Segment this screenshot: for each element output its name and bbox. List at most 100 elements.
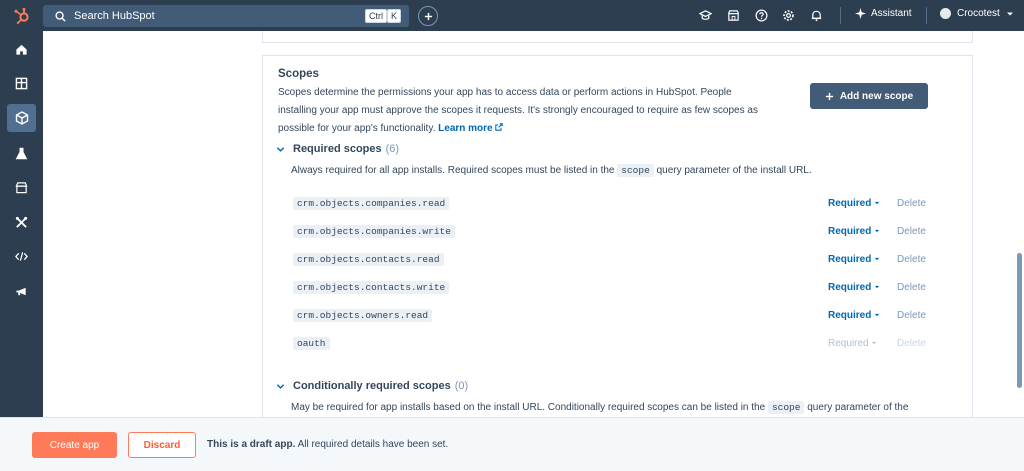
required-scopes-toggle[interactable]: Required scopes (6) [276, 143, 399, 155]
required-dropdown-label: Required [828, 254, 872, 265]
sidebar-item-development[interactable] [7, 104, 36, 132]
required-scopes-description: Always required for all app installs. Re… [291, 164, 812, 177]
sidebar-item-tools[interactable] [7, 208, 36, 236]
tools-icon [15, 216, 28, 228]
add-new-scope-button[interactable]: Add new scope [810, 83, 928, 109]
required-dropdown-label: Required [828, 226, 872, 237]
table-row: crm.objects.companies.write Required Del… [291, 223, 931, 241]
scope-name: crm.objects.contacts.write [293, 281, 450, 294]
required-dropdown[interactable]: Required [828, 226, 880, 237]
conditional-scopes-count: (0) [454, 380, 469, 392]
required-dropdown-label: Required [828, 198, 872, 209]
caret-down-icon [874, 313, 880, 317]
create-new-button[interactable] [418, 6, 438, 26]
discard-button[interactable]: Discard [128, 432, 196, 458]
scopes-description-text: Scopes determine the permissions your ap… [278, 87, 758, 134]
account-menu[interactable]: Crocotest [940, 8, 1014, 19]
chevron-down-icon [276, 383, 285, 389]
scope-name: crm.objects.owners.read [293, 309, 433, 322]
delete-button[interactable]: Delete [897, 310, 926, 321]
delete-button[interactable]: Delete [897, 254, 926, 265]
delete-button[interactable]: Delete [897, 198, 926, 209]
caret-down-icon [872, 341, 877, 345]
scope-name: crm.objects.contacts.read [293, 253, 444, 266]
left-sidebar [0, 31, 43, 471]
search-icon [55, 10, 66, 22]
store-icon [15, 181, 28, 193]
draft-status: This is a draft app. All required detail… [207, 439, 448, 450]
chevron-down-icon [276, 146, 285, 152]
top-navigation-bar: Search HubSpot Ctrl K Assistant Crocotes… [0, 0, 1024, 31]
required-dropdown[interactable]: Required [828, 282, 880, 293]
notifications-bell-icon[interactable] [810, 9, 823, 22]
sidebar-item-dashboard[interactable] [7, 69, 36, 97]
required-dropdown[interactable]: Required [828, 310, 880, 321]
delete-button[interactable]: Delete [897, 226, 926, 237]
external-link-icon [495, 123, 504, 131]
conditional-desc-text: May be required for app installs based o… [291, 402, 766, 413]
plus-icon [424, 12, 432, 20]
plus-icon [825, 92, 833, 100]
required-dropdown[interactable]: Required [828, 198, 880, 209]
caret-down-icon [874, 257, 880, 261]
scope-param-code: scope [767, 401, 805, 414]
sidebar-item-testing[interactable] [7, 139, 36, 167]
caret-down-icon [874, 201, 880, 205]
assistant-button[interactable]: Assistant [855, 8, 912, 19]
scrollbar-thumb[interactable] [1017, 253, 1022, 388]
footer-bar: Create app Discard This is a draft app. … [0, 417, 1024, 471]
scope-name: crm.objects.companies.read [293, 197, 450, 210]
caret-down-icon [1006, 12, 1013, 15]
draft-status-text: All required details have been set. [295, 439, 449, 450]
cube-icon [15, 111, 28, 125]
required-dropdown-label: Required [828, 338, 869, 349]
dashboard-icon [15, 77, 28, 89]
required-dropdown-label: Required [828, 310, 872, 321]
table-row: crm.objects.companies.read Required Dele… [291, 195, 931, 213]
hubspot-logo-icon[interactable] [0, 0, 43, 31]
previous-card [262, 31, 973, 43]
scope-name: oauth [293, 337, 330, 350]
search-bar[interactable]: Search HubSpot Ctrl K [43, 5, 409, 27]
shortcut-ctrl-key: Ctrl [365, 9, 387, 23]
help-icon[interactable] [755, 9, 768, 22]
academy-icon[interactable] [699, 9, 712, 22]
delete-button[interactable]: Delete [897, 282, 926, 293]
home-icon [16, 44, 27, 55]
table-row: oauth Required Delete [291, 335, 931, 353]
table-row: crm.objects.contacts.write Required Dele… [291, 279, 931, 297]
avatar [940, 8, 951, 19]
table-row: crm.objects.contacts.read Required Delet… [291, 251, 931, 269]
code-icon [15, 251, 28, 261]
settings-gear-icon[interactable] [782, 9, 795, 22]
search-input[interactable]: Search HubSpot [74, 10, 155, 22]
create-app-button[interactable]: Create app [32, 432, 117, 458]
sparkle-icon [855, 8, 866, 19]
scopes-title: Scopes [278, 68, 319, 80]
shortcut-k-key: K [387, 9, 402, 23]
sidebar-item-marketing[interactable] [7, 277, 36, 305]
caret-down-icon [874, 229, 880, 233]
megaphone-icon [16, 287, 26, 295]
scopes-description: Scopes determine the permissions your ap… [278, 84, 768, 138]
draft-status-bold: This is a draft app. [207, 439, 296, 450]
conditional-scopes-description: May be required for app installs based o… [291, 401, 909, 414]
account-name: Crocotest [957, 8, 1000, 19]
required-desc-text-end: query parameter of the install URL. [656, 165, 812, 176]
scope-param-code: scope [617, 164, 654, 177]
sidebar-item-home[interactable] [7, 35, 36, 63]
caret-down-icon [874, 285, 880, 289]
sidebar-item-code[interactable] [7, 242, 36, 270]
required-scopes-title: Required scopes [293, 143, 382, 155]
topbar-divider [840, 7, 841, 24]
required-dropdown[interactable]: Required [828, 254, 880, 265]
delete-button-disabled: Delete [897, 338, 926, 349]
assistant-label: Assistant [871, 8, 912, 19]
required-desc-text: Always required for all app installs. Re… [291, 165, 615, 176]
required-dropdown-disabled: Required [828, 338, 877, 349]
learn-more-link[interactable]: Learn more [438, 123, 504, 134]
conditional-scopes-toggle[interactable]: Conditionally required scopes (0) [276, 380, 468, 392]
conditional-desc-text-end: query parameter of the [807, 402, 909, 413]
marketplace-icon[interactable] [727, 9, 740, 22]
sidebar-item-marketplace[interactable] [7, 173, 36, 201]
